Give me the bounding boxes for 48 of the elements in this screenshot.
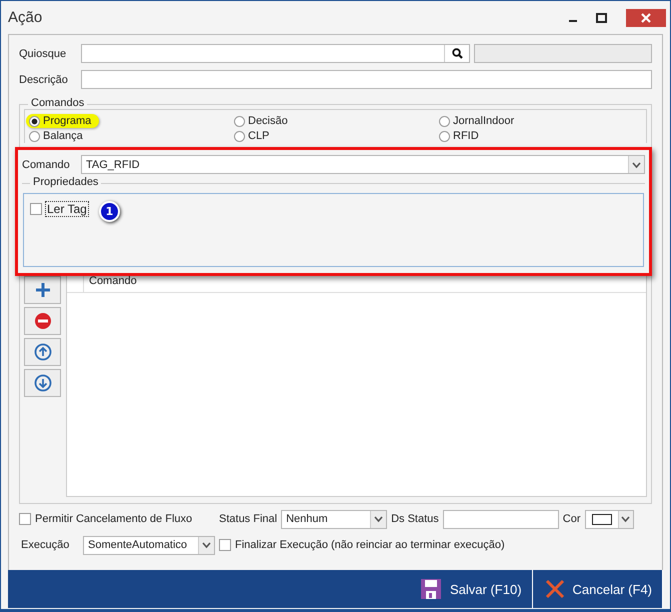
radio-option[interactable]: Decisão xyxy=(234,114,291,128)
chevron-icon xyxy=(620,514,632,524)
plus-icon xyxy=(34,281,52,299)
number-badge: 1 xyxy=(99,201,120,222)
status-field[interactable] xyxy=(442,510,559,528)
chevron-icon xyxy=(631,160,642,170)
toolbar-button[interactable] xyxy=(24,338,61,366)
close-icon xyxy=(641,13,651,23)
toolbar-button[interactable] xyxy=(24,307,61,335)
save-button[interactable]: Salvar (F10) xyxy=(408,570,533,608)
description-field[interactable] xyxy=(81,70,652,89)
radio-option[interactable]: JornalIndoor xyxy=(439,114,518,128)
group-title: Comandos xyxy=(28,97,88,109)
toolbar-button[interactable] xyxy=(24,369,61,397)
toolbar-button[interactable] xyxy=(24,276,61,304)
field-label: Ds Status xyxy=(391,513,439,525)
checkbox[interactable] xyxy=(219,539,231,551)
close-button[interactable] xyxy=(626,9,666,27)
search-icon xyxy=(452,48,462,59)
radio-option[interactable]: CLP xyxy=(234,129,272,143)
checkbox[interactable] xyxy=(19,513,31,525)
dropdown[interactable]: SomenteAutomatico xyxy=(83,536,215,554)
maximize-icon xyxy=(596,13,607,23)
field-label: Quiosque xyxy=(19,48,68,60)
checkbox-label[interactable]: Permitir Cancelamento de Fluxo xyxy=(35,513,215,525)
field-label: Descrição xyxy=(19,74,69,86)
color-picker[interactable] xyxy=(584,510,634,528)
kiosk-field[interactable] xyxy=(81,44,470,63)
chevron-icon xyxy=(201,540,212,550)
radio-option[interactable]: RFID xyxy=(439,129,482,143)
radio-option[interactable]: Balança xyxy=(29,129,86,143)
dropdown[interactable]: TAG_RFID xyxy=(81,155,645,174)
checkbox-label[interactable]: Ler Tag xyxy=(45,201,89,217)
field-label: Execução xyxy=(20,539,70,551)
cross-icon xyxy=(544,579,565,599)
field-label: Comando xyxy=(22,158,71,170)
remove-icon xyxy=(34,312,52,330)
checkbox[interactable] xyxy=(30,203,42,215)
chevron-icon xyxy=(373,514,384,524)
column-header[interactable]: Comando xyxy=(84,275,137,292)
field-label: Cor xyxy=(562,513,581,525)
field-label: Status Final xyxy=(219,513,278,525)
cancel-button[interactable]: Cancelar (F4) xyxy=(532,570,663,608)
checkbox-label[interactable]: Finalizar Execução (não reinciar ao terminar execução) xyxy=(235,539,505,551)
group-title: Propriedades xyxy=(30,176,102,188)
dropdown[interactable]: Nenhum xyxy=(281,510,388,528)
radio-option[interactable]: Programa xyxy=(26,114,100,128)
window-title: Ação xyxy=(8,9,42,26)
